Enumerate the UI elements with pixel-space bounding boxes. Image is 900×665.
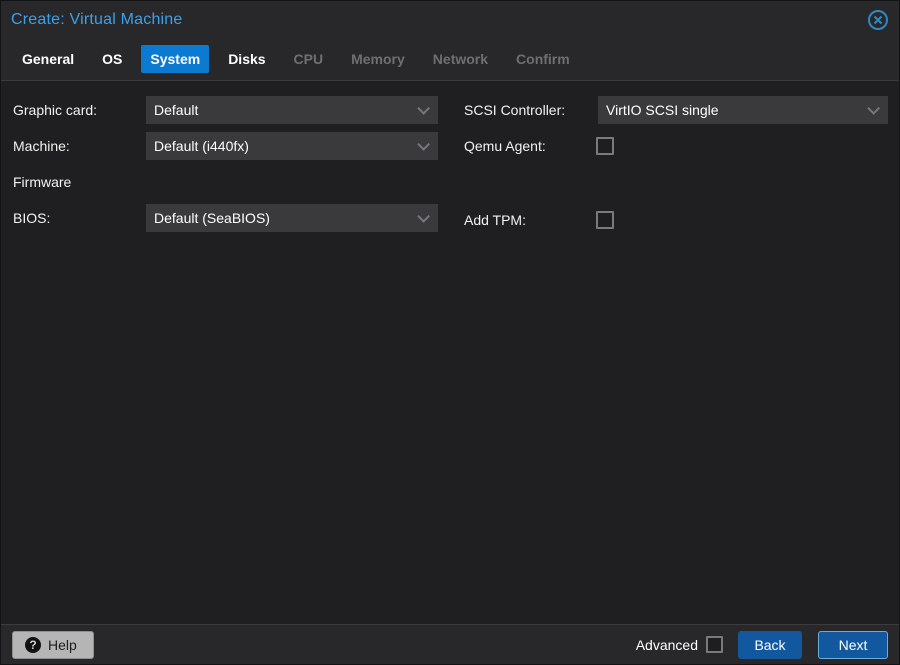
- close-icon[interactable]: [867, 9, 889, 31]
- add-tpm-label: Add TPM:: [464, 212, 526, 228]
- graphic-card-label: Graphic card:: [13, 102, 98, 118]
- add-tpm-checkbox[interactable]: [596, 211, 614, 229]
- bios-label: BIOS:: [13, 210, 51, 226]
- form-body: Graphic card: Default SCSI Controller: V…: [1, 81, 899, 624]
- dialog-title: Create: Virtual Machine: [11, 10, 183, 28]
- help-button[interactable]: ? Help: [12, 630, 94, 659]
- advanced-checkbox[interactable]: [706, 636, 723, 653]
- scsi-controller-select[interactable]: VirtIO SCSI single: [598, 96, 888, 124]
- chevron-down-icon: [417, 137, 430, 151]
- dialog-footer: ? Help Advanced Back Next: [1, 624, 899, 664]
- scsi-controller-value: VirtIO SCSI single: [606, 102, 719, 118]
- scsi-controller-label: SCSI Controller:: [464, 102, 566, 118]
- dialog-titlebar: Create: Virtual Machine: [1, 1, 899, 38]
- chevron-down-icon: [417, 101, 430, 115]
- machine-value: Default (i440fx): [154, 138, 249, 154]
- tab-confirm: Confirm: [516, 51, 570, 67]
- bios-select[interactable]: Default (SeaBIOS): [146, 204, 438, 232]
- graphic-card-value: Default: [154, 102, 199, 118]
- advanced-label: Advanced: [635, 636, 698, 653]
- question-circle-icon: ?: [25, 636, 41, 653]
- tab-memory: Memory: [351, 51, 405, 67]
- chevron-down-icon: [867, 101, 880, 115]
- machine-label: Machine:: [13, 138, 70, 154]
- qemu-agent-checkbox[interactable]: [596, 137, 614, 155]
- tab-os[interactable]: OS: [93, 45, 131, 73]
- machine-select[interactable]: Default (i440fx): [146, 132, 438, 160]
- tab-system[interactable]: System: [141, 45, 210, 73]
- back-button[interactable]: Back: [738, 630, 802, 659]
- close-circle-x-icon: [868, 9, 888, 30]
- tab-disks[interactable]: Disks: [219, 45, 274, 73]
- tab-general[interactable]: General: [13, 45, 83, 73]
- help-button-label: Help: [48, 636, 77, 653]
- qemu-agent-label: Qemu Agent:: [464, 138, 546, 154]
- wizard-tabs: General OS System Disks CPU Memory Netwo…: [1, 38, 899, 81]
- tab-cpu: CPU: [293, 51, 324, 67]
- firmware-section-label: Firmware: [13, 174, 72, 190]
- graphic-card-select[interactable]: Default: [146, 96, 438, 124]
- footer-actions: Advanced Back Next: [635, 630, 888, 659]
- next-button[interactable]: Next: [818, 630, 888, 659]
- create-vm-dialog: Create: Virtual Machine General OS Syste…: [0, 0, 900, 665]
- chevron-down-icon: [417, 209, 430, 223]
- bios-value: Default (SeaBIOS): [154, 210, 270, 226]
- tab-network: Network: [432, 51, 489, 67]
